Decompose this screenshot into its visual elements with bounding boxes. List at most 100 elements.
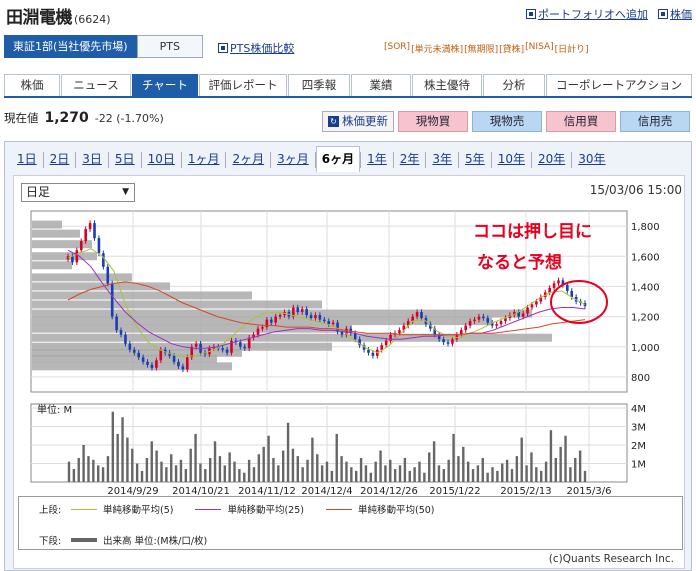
volume-bar xyxy=(505,459,509,482)
candle-body xyxy=(150,364,154,368)
candle-body xyxy=(146,361,149,365)
volume-bar xyxy=(296,456,299,482)
volume-bar xyxy=(252,467,256,482)
legend-ma50: 単純移動平均(50) xyxy=(325,502,435,516)
volume-bar xyxy=(428,452,431,482)
candle-body xyxy=(256,328,260,335)
volume-profile-bar xyxy=(32,240,92,249)
candle-body xyxy=(327,321,331,325)
volume-bar xyxy=(267,435,270,482)
candle-body xyxy=(468,321,472,326)
volume-bar xyxy=(330,470,334,482)
candle-body xyxy=(389,334,392,341)
candle-body xyxy=(124,334,127,344)
volume-bar xyxy=(335,433,338,482)
volume-bar xyxy=(174,465,178,482)
volume-bar xyxy=(208,457,212,482)
candle-body xyxy=(314,315,317,319)
legend-ma5: 単純移動平均(5) xyxy=(71,502,173,516)
candle-body xyxy=(548,287,551,293)
volume-bar xyxy=(369,472,373,482)
volume-bar xyxy=(398,465,402,482)
chart-legend: 上段: 単純移動平均(5) 単純移動平均(25) 単純移動平均(50) 下段: … xyxy=(18,496,683,550)
price-tick-label: 1,600 xyxy=(631,252,660,263)
candle-body xyxy=(521,313,525,317)
candle-body xyxy=(84,229,87,242)
candle-body xyxy=(340,331,344,335)
candle-body xyxy=(530,304,534,308)
candle-body xyxy=(380,345,384,350)
volume-bar xyxy=(281,450,285,482)
candle-body xyxy=(269,319,273,323)
volume-bar xyxy=(393,469,397,482)
candle-body xyxy=(155,360,158,368)
volume-bar xyxy=(583,470,587,482)
volume-bar xyxy=(101,467,105,482)
volume-bar xyxy=(442,469,446,482)
volume-bar xyxy=(77,457,80,482)
candle-body xyxy=(566,284,569,291)
price-chart: 1,8001,6001,4001,2001,000800 4M3M2M1M 20… xyxy=(30,210,660,497)
candle-body xyxy=(305,309,308,316)
volume-bar xyxy=(457,456,460,482)
volume-tick-label: 2M xyxy=(631,441,646,452)
volume-frame xyxy=(30,403,628,483)
volume-bar xyxy=(340,456,343,482)
volume-bar xyxy=(116,433,119,482)
candle-body xyxy=(557,280,560,284)
volume-bar xyxy=(155,450,158,482)
volume-profile-bar xyxy=(32,309,532,318)
volume-bar xyxy=(525,465,528,482)
volume-bar xyxy=(97,465,100,482)
candle-body xyxy=(322,319,326,322)
volume-bar xyxy=(72,469,76,482)
candle-body xyxy=(446,342,450,344)
candle-body xyxy=(247,337,251,349)
candle-body xyxy=(141,357,145,362)
volume-bar xyxy=(213,441,217,482)
volume-bar xyxy=(165,467,168,482)
candle-body xyxy=(300,309,304,313)
volume-bar xyxy=(501,463,504,482)
volume-profile-bar xyxy=(32,362,232,371)
volume-bar xyxy=(462,446,465,482)
candle-body xyxy=(172,355,176,362)
candle-body xyxy=(331,322,335,325)
volume-bar xyxy=(559,446,562,482)
price-tick-label: 1,800 xyxy=(631,222,660,233)
volume-bar xyxy=(272,457,275,482)
candle-body xyxy=(102,253,105,267)
volume-bar xyxy=(530,452,533,482)
volume-bar xyxy=(247,459,251,482)
volume-y-ticks: 4M 3M 2M 1M xyxy=(631,404,646,471)
candle-body xyxy=(552,283,556,288)
volume-bar xyxy=(374,461,377,482)
volume-bar xyxy=(432,441,436,482)
candle-body xyxy=(106,266,110,284)
candle-body xyxy=(278,315,282,317)
volume-bar xyxy=(437,465,441,482)
copyright: (c)Quants Research Inc. xyxy=(548,553,674,565)
candle-body xyxy=(353,333,357,340)
volume-bar xyxy=(199,463,202,482)
volume-bar xyxy=(350,467,353,482)
volume-bar xyxy=(418,461,421,482)
candle-body xyxy=(451,339,454,344)
volume-bar xyxy=(311,437,314,482)
candle-body xyxy=(115,316,118,331)
candle-body xyxy=(97,238,101,254)
volume-bar xyxy=(135,463,139,482)
candle-body xyxy=(495,324,498,326)
price-tick-label: 1,400 xyxy=(631,282,660,293)
annotation-line-2: なると予想 xyxy=(477,252,562,273)
volume-bar xyxy=(466,461,470,482)
candle-body xyxy=(526,307,529,314)
volume-bar xyxy=(286,422,290,482)
volume-bar xyxy=(355,470,358,482)
volume-bar xyxy=(520,437,523,482)
candle-body xyxy=(159,349,163,361)
volume-profile-bar xyxy=(32,252,97,261)
candle-body xyxy=(274,316,277,323)
volume-profile-bar xyxy=(32,229,80,238)
volume-bar xyxy=(106,456,110,482)
